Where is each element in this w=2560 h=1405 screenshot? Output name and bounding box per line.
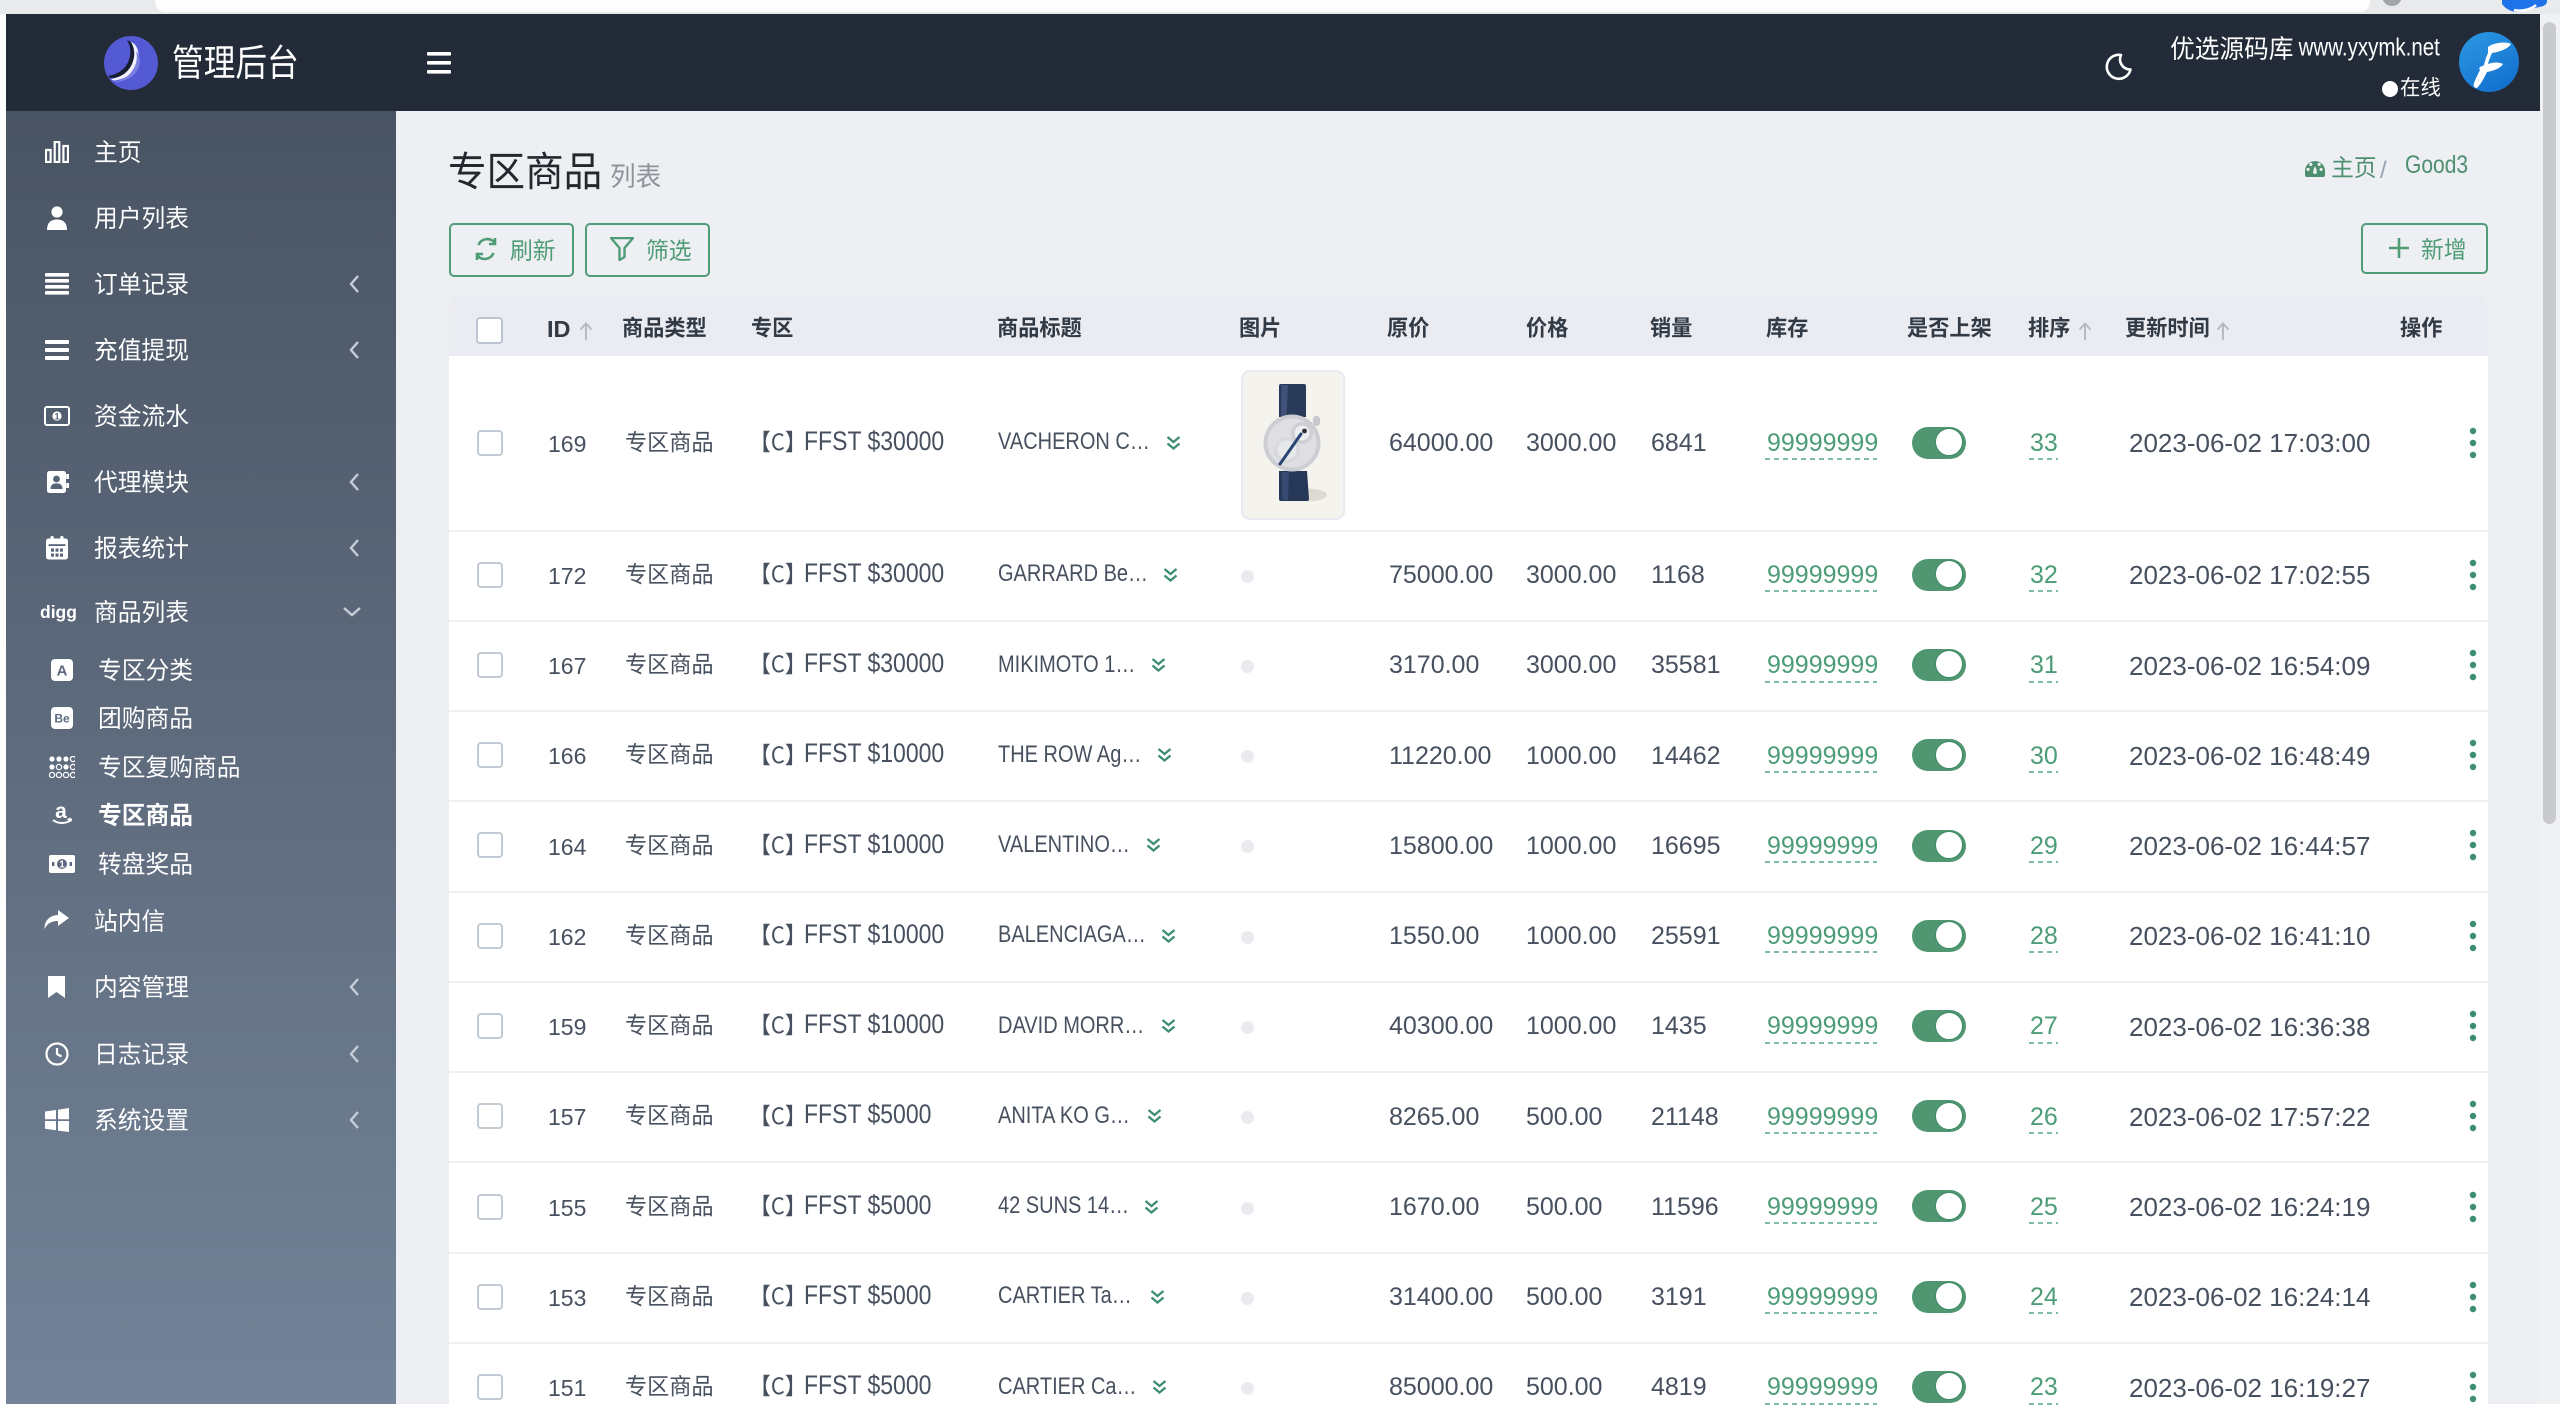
svg-text:Be: Be xyxy=(54,712,70,726)
svg-text:1: 1 xyxy=(59,860,65,871)
svg-text:1: 1 xyxy=(54,411,59,421)
svg-text:A: A xyxy=(57,663,68,680)
svg-text:a: a xyxy=(55,802,67,823)
